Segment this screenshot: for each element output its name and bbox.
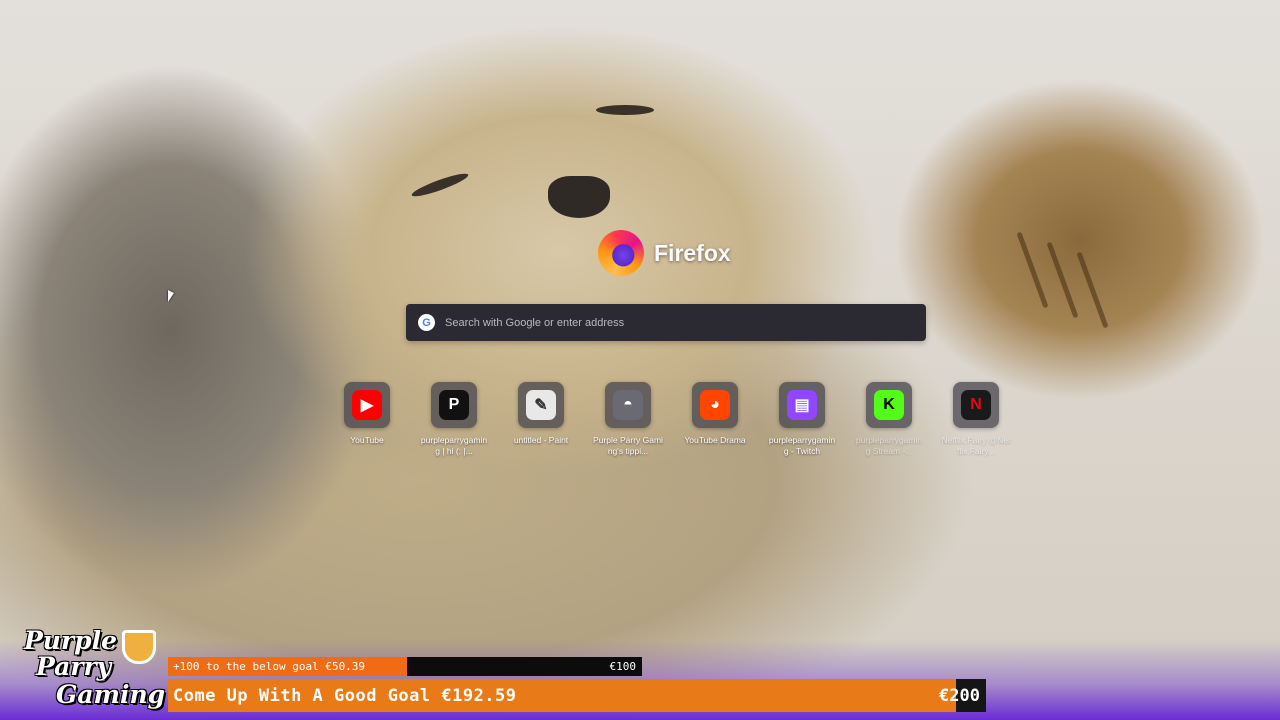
mouse-cursor-icon xyxy=(168,290,174,302)
top-site-icon-frame: ◕ xyxy=(692,382,738,428)
flipper-claw xyxy=(1076,251,1109,329)
top-site-icon-frame: ✎ xyxy=(518,382,564,428)
top-site-icon-frame: ▤ xyxy=(779,382,825,428)
youtube-icon: ▶ xyxy=(352,390,382,420)
kick-icon: K xyxy=(874,390,904,420)
top-site-label: Netflix.Fairy @Netflix.Fairy... xyxy=(941,435,1011,456)
sub-goal-text: +100 to the below goal €50.39 xyxy=(173,660,366,673)
top-site-tile[interactable]: ▶ YouTube xyxy=(332,382,402,457)
shield-crest-icon xyxy=(122,630,156,664)
logo-line: Gaming xyxy=(56,680,166,709)
top-sites: ▶ YouTube Ppurpleparrygaming | hi (: |... ✎… xyxy=(332,382,1011,457)
top-site-tile[interactable]: ▤ purpleparrygaming - Twitch xyxy=(767,382,837,457)
top-site-icon-frame: N xyxy=(953,382,999,428)
search-placeholder: Search with Google or enter address xyxy=(445,316,625,329)
tipping-icon: ◓ xyxy=(613,390,643,420)
flipper-claw xyxy=(1016,231,1049,309)
top-site-tile[interactable]: ✎ untitled - Paint xyxy=(506,382,576,457)
reddit-icon: ◕ xyxy=(700,390,730,420)
search-bar[interactable]: G Search with Google or enter address xyxy=(406,304,926,341)
top-site-label: YouTube xyxy=(350,435,384,445)
top-site-tile[interactable]: Kpurpleparrygaming Stream -... xyxy=(854,382,924,457)
main-goal-target: €200 xyxy=(939,686,980,706)
sub-goal-bar: +100 to the below goal €50.39 €100 xyxy=(168,657,642,676)
logo-line: Parry xyxy=(36,652,112,681)
sub-goal-target: €100 xyxy=(609,660,637,673)
top-site-tile[interactable]: ◓ Purple Parry Gaming's tippi... xyxy=(593,382,663,457)
main-goal-text: Come Up With A Good Goal €192.59 xyxy=(173,685,517,706)
seal-eye xyxy=(596,105,654,115)
logo-line: Purple xyxy=(24,626,118,655)
linktree-icon: P xyxy=(439,390,469,420)
top-site-tile[interactable]: Ppurpleparrygaming | hi (: |... xyxy=(419,382,489,457)
top-site-icon-frame: P xyxy=(431,382,477,428)
top-site-tile[interactable]: N Netflix.Fairy @Netflix.Fairy... xyxy=(941,382,1011,457)
main-goal-bar: Come Up With A Good Goal €192.59 €200 xyxy=(168,679,986,712)
seal-nose xyxy=(548,176,610,218)
top-site-icon-frame: K xyxy=(866,382,912,428)
seal-eye xyxy=(410,170,470,200)
browser-name: Firefox xyxy=(654,239,731,266)
google-g-icon: G xyxy=(418,314,435,331)
firefox-logo-icon xyxy=(598,230,644,276)
paint-icon: ✎ xyxy=(526,390,556,420)
top-site-label: Purple Parry Gaming's tippi... xyxy=(593,435,663,456)
top-site-label: purpleparrygaming | hi (: |... xyxy=(420,435,488,456)
netflix-icon: N xyxy=(961,390,991,420)
top-site-label: YouTube Drama xyxy=(684,435,746,445)
top-site-icon-frame: ◓ xyxy=(605,382,651,428)
purple-parry-gaming-logo: Purple Parry Gaming xyxy=(4,626,166,718)
top-site-label: untitled - Paint xyxy=(513,435,569,445)
top-site-label: purpleparrygaming - Twitch xyxy=(768,435,836,456)
twitch-icon: ▤ xyxy=(787,390,817,420)
top-site-tile[interactable]: ◕ YouTube Drama xyxy=(680,382,750,457)
firefox-branding: Firefox xyxy=(598,230,731,276)
top-site-label: purpleparrygaming Stream -... xyxy=(855,435,923,456)
flipper-claw xyxy=(1046,241,1079,319)
top-site-icon-frame: ▶ xyxy=(344,382,390,428)
wallpaper-seal-photo xyxy=(0,0,1280,720)
